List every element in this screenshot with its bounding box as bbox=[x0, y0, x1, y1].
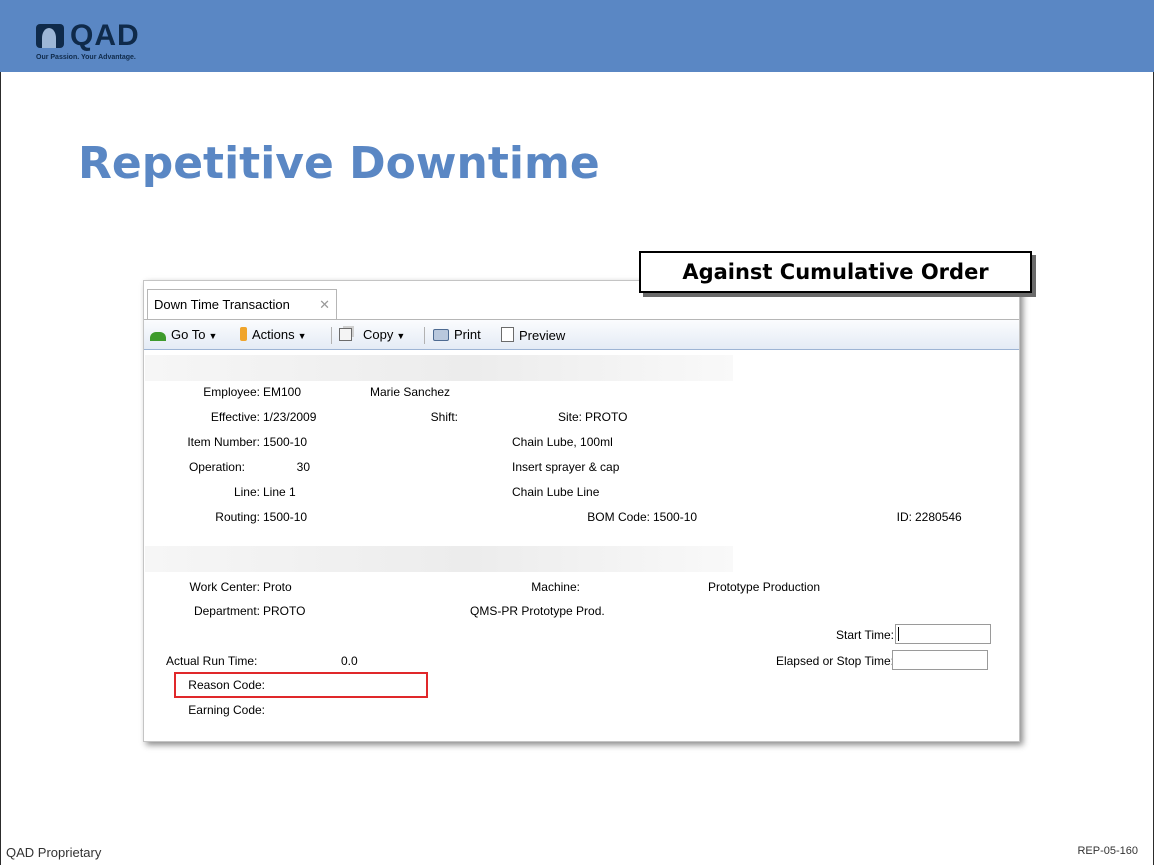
goto-label: Go To bbox=[171, 327, 206, 342]
line-value[interactable]: Line 1 bbox=[263, 485, 296, 499]
effective-label: Effective: bbox=[210, 410, 260, 424]
earning-code-label: Earning Code: bbox=[188, 703, 265, 717]
machine-description: Prototype Production bbox=[708, 580, 821, 594]
operation-value[interactable]: 30 bbox=[262, 460, 310, 474]
line-description: Chain Lube Line bbox=[512, 485, 600, 499]
copy-button[interactable]: Copy ▼ bbox=[339, 327, 405, 342]
work-center-label: Work Center: bbox=[189, 580, 260, 594]
bom-code-value[interactable]: 1500-10 bbox=[653, 510, 697, 524]
start-time-input[interactable] bbox=[895, 624, 991, 644]
routing-value[interactable]: 1500-10 bbox=[263, 510, 307, 524]
department-label: Department: bbox=[193, 604, 260, 618]
actual-run-time-label: Actual Run Time: bbox=[166, 654, 258, 668]
preview-label: Preview bbox=[519, 328, 566, 343]
preview-icon bbox=[501, 327, 514, 342]
work-center-value[interactable]: Proto bbox=[263, 580, 292, 594]
effective-value[interactable]: 1/23/2009 bbox=[263, 410, 316, 424]
footer-slide-code: REP-05-160 bbox=[1077, 845, 1138, 857]
actions-label: Actions bbox=[252, 327, 295, 342]
print-label: Print bbox=[454, 327, 481, 342]
callout-box: Against Cumulative Order bbox=[639, 251, 1032, 293]
machine-label: Machine: bbox=[531, 580, 580, 594]
actual-run-time-value[interactable]: 0.0 bbox=[341, 654, 358, 668]
slide-border-left bbox=[0, 72, 1, 865]
reason-code-highlight bbox=[174, 672, 428, 698]
shift-label: Shift: bbox=[430, 410, 458, 424]
operation-label: Operation: bbox=[188, 460, 245, 474]
elapsed-time-label: Elapsed or Stop Time: bbox=[775, 654, 894, 668]
tab-close-icon[interactable]: ✕ bbox=[319, 290, 330, 320]
item-number-label: Item Number: bbox=[187, 435, 260, 449]
preview-button[interactable]: Preview bbox=[501, 327, 565, 343]
section-band-detail bbox=[145, 546, 733, 572]
department-description: QMS-PR Prototype Prod. bbox=[470, 604, 605, 618]
department-value[interactable]: PROTO bbox=[263, 604, 305, 618]
actions-icon bbox=[240, 327, 247, 341]
qad-logo-icon bbox=[36, 24, 64, 48]
routing-label: Routing: bbox=[215, 510, 260, 524]
chevron-down-icon: ▼ bbox=[297, 331, 307, 341]
printer-icon bbox=[433, 329, 449, 341]
tab-down-time-transaction[interactable]: Down Time Transaction ✕ bbox=[147, 289, 337, 319]
operation-description: Insert sprayer & cap bbox=[512, 460, 620, 474]
tab-label: Down Time Transaction bbox=[154, 297, 290, 312]
goto-button[interactable]: Go To ▼ bbox=[150, 327, 217, 342]
id-label: ID: bbox=[896, 510, 912, 524]
toolbar-separator bbox=[424, 327, 425, 344]
print-button[interactable]: Print bbox=[433, 327, 481, 342]
bom-code-label: BOM Code: bbox=[587, 510, 650, 524]
header-bar bbox=[0, 0, 1154, 72]
site-label: Site: bbox=[557, 410, 582, 424]
footer-proprietary: QAD Proprietary bbox=[6, 845, 102, 860]
copy-icon bbox=[339, 328, 352, 341]
section-band-header bbox=[145, 355, 733, 381]
employee-label: Employee: bbox=[203, 385, 260, 399]
item-number-value[interactable]: 1500-10 bbox=[263, 435, 307, 449]
employee-name: Marie Sanchez bbox=[370, 385, 451, 399]
goto-icon bbox=[150, 332, 166, 341]
logo-tagline: Our Passion. Your Advantage. bbox=[36, 54, 136, 61]
item-description: Chain Lube, 100ml bbox=[512, 435, 613, 449]
logo-wordmark: QAD bbox=[70, 19, 140, 52]
text-caret bbox=[898, 627, 899, 641]
line-label: Line: bbox=[233, 485, 260, 499]
slide-title: Repetitive Downtime bbox=[78, 138, 600, 189]
site-value[interactable]: PROTO bbox=[585, 410, 627, 424]
start-time-label: Start Time: bbox=[835, 628, 894, 642]
elapsed-time-input[interactable] bbox=[892, 650, 988, 670]
employee-value[interactable]: EM100 bbox=[263, 385, 301, 399]
toolbar: Go To ▼ Actions ▼ Copy ▼ Print Preview bbox=[144, 319, 1019, 350]
actions-button[interactable]: Actions ▼ bbox=[240, 327, 307, 342]
chevron-down-icon: ▼ bbox=[396, 331, 406, 341]
chevron-down-icon: ▼ bbox=[208, 331, 218, 341]
copy-label: Copy bbox=[363, 327, 394, 342]
toolbar-separator bbox=[331, 327, 332, 344]
id-value: 2280546 bbox=[915, 510, 962, 524]
